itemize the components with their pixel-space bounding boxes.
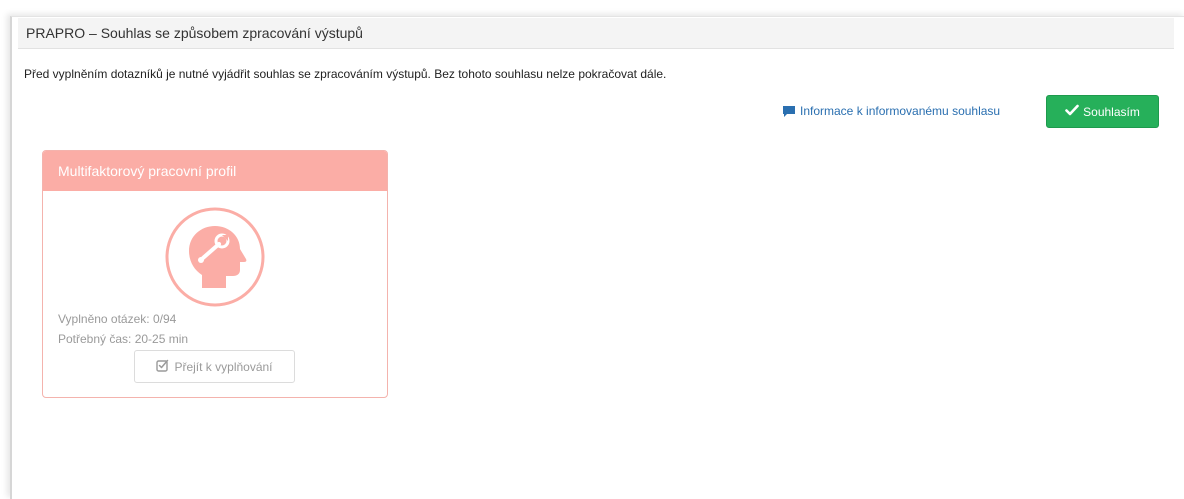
card-header: Multifaktorový pracovní profil bbox=[43, 151, 387, 191]
head-with-wrench-icon bbox=[164, 206, 266, 308]
start-questionnaire-label: Přejít k vyplňování bbox=[174, 359, 273, 374]
consent-info-link[interactable]: Informace k informovanému souhlasu bbox=[782, 104, 1000, 118]
agree-button[interactable]: Souhlasím bbox=[1046, 95, 1159, 128]
consent-info-link-label: Informace k informovanému souhlasu bbox=[800, 104, 1001, 118]
page-header: PRAPRO – Souhlas se způsobem zpracování … bbox=[18, 18, 1174, 49]
start-questionnaire-button[interactable]: Přejít k vyplňování bbox=[134, 350, 295, 383]
time-needed: Potřebný čas: 20-25 min bbox=[58, 332, 189, 346]
check-icon bbox=[1065, 104, 1079, 119]
agree-button-label: Souhlasím bbox=[1083, 104, 1140, 119]
edit-check-icon bbox=[156, 359, 169, 375]
page-title: PRAPRO – Souhlas se způsobem zpracování … bbox=[26, 25, 363, 41]
comment-icon bbox=[782, 105, 796, 118]
questions-filled: Vyplněno otázek: 0/94 bbox=[58, 312, 177, 326]
questionnaire-card: Multifaktorový pracovní profil Vyplněno … bbox=[42, 150, 388, 398]
consent-notice: Před vyplněním dotazníků je nutné vyjádř… bbox=[24, 67, 667, 81]
card-title: Multifaktorový pracovní profil bbox=[58, 163, 237, 179]
